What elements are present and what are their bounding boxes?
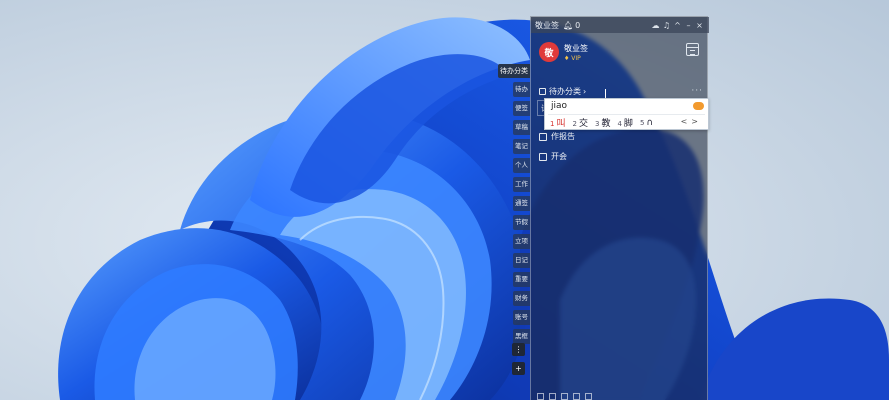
category-label: 待办分类 [549, 86, 581, 96]
tool-icon[interactable] [537, 392, 544, 400]
ime-logo-icon[interactable] [693, 102, 704, 110]
sidebar-tab[interactable]: 黑框 [513, 329, 530, 344]
task-item[interactable]: 开会 [539, 151, 567, 162]
user-name: 敬业签 [564, 43, 588, 53]
calendar-icon[interactable] [686, 43, 699, 56]
candidate-number: 4 [617, 120, 622, 128]
candidate-number: 2 [572, 120, 577, 128]
sidebar-tab[interactable]: 待办 [513, 82, 530, 97]
sidebar-tab[interactable]: 通签 [513, 196, 530, 211]
sidebar-tab[interactable]: 笔记 [513, 139, 530, 154]
bell-icon[interactable]: ♫ [661, 21, 672, 30]
bell-icon[interactable]: 🔔︎ [563, 21, 573, 30]
task-label: 作报告 [551, 132, 575, 141]
tool-icon[interactable] [561, 392, 568, 400]
task-item[interactable]: 作报告 [539, 131, 575, 142]
candidate-number: 5 [639, 118, 645, 127]
vip-badge: ♦ VIP [564, 54, 581, 62]
ime-candidate[interactable]: 3教 [595, 116, 610, 129]
avatar[interactable]: 敬 [539, 42, 559, 62]
candidate-char: 叫 [556, 119, 566, 129]
candidate-char: 教 [601, 119, 611, 129]
ime-candidate[interactable]: 4脚 [617, 116, 632, 129]
category-sidebar: 待办分类 待办 便签 草稿 笔记 个人 工作 通签 节假 立项 日记 重要 财务… [498, 64, 530, 384]
sidebar-tab[interactable]: 日记 [513, 253, 530, 268]
divider [548, 114, 705, 115]
ime-composition: jiao [551, 101, 568, 111]
candidate-number: 3 [594, 120, 600, 128]
sidebar-tab[interactable]: 节假 [513, 215, 530, 230]
sidebar-add-button[interactable]: + [512, 362, 525, 375]
checkbox-icon [539, 87, 546, 95]
candidate-char: ∩ [646, 117, 653, 128]
minimize-icon[interactable]: – [683, 21, 694, 30]
sidebar-title[interactable]: 待办分类 [498, 64, 530, 78]
ime-prev-page[interactable]: < [681, 117, 692, 126]
bottom-toolbar [531, 392, 709, 400]
sidebar-tab[interactable]: 工作 [513, 177, 530, 192]
tool-icon[interactable] [585, 392, 592, 400]
sidebar-tab[interactable]: 账号 [513, 310, 530, 325]
ime-page-nav: <> [681, 117, 702, 126]
ime-candidates: 1叫 2交 3教 4脚 5 ∩ [550, 116, 660, 130]
ime-candidate[interactable]: 1叫 [550, 116, 565, 129]
candidate-number: 1 [550, 120, 555, 128]
task-checkbox[interactable] [539, 152, 547, 161]
vip-label: VIP [571, 54, 581, 62]
candidate-char: 脚 [623, 119, 633, 129]
ime-candidate[interactable]: 2交 [572, 116, 587, 129]
more-icon[interactable]: ··· [691, 86, 703, 96]
user-profile[interactable]: 敬 敬业签 ♦ VIP [539, 39, 703, 65]
sidebar-more-button[interactable]: ⋮ [512, 343, 525, 356]
sidebar-tab[interactable]: 便签 [513, 101, 530, 116]
close-icon[interactable]: × [694, 21, 705, 30]
desktop-wallpaper [0, 0, 889, 400]
sidebar-tab[interactable]: 财务 [513, 291, 530, 306]
ime-next-page[interactable]: > [691, 117, 702, 126]
ime-candidate-window: jiao 1叫 2交 3教 4脚 5 ∩ <> [544, 98, 709, 130]
app-title: 敬业签 [535, 20, 559, 30]
chevron-right-icon: › [583, 86, 587, 96]
cloud-icon[interactable]: ☁ [650, 21, 661, 30]
task-checkbox[interactable] [539, 132, 547, 141]
sidebar-tab[interactable]: 个人 [513, 158, 530, 173]
tool-icon[interactable] [573, 392, 580, 400]
sidebar-tab[interactable]: 草稿 [513, 120, 530, 135]
sticky-note-window: 敬业签 🔔︎ 0 ☁ ♫ ^ – × 敬 敬业签 ♦ VIP 待办分类 › ··… [530, 16, 709, 400]
task-label: 开会 [551, 152, 567, 161]
sidebar-tab[interactable]: 重要 [513, 272, 530, 287]
title-bar[interactable]: 敬业签 🔔︎ 0 ☁ ♫ ^ – × [531, 17, 709, 33]
tool-icon[interactable] [549, 392, 556, 400]
sidebar-tab[interactable]: 立项 [513, 234, 530, 249]
category-header[interactable]: 待办分类 › ··· [539, 85, 703, 97]
candidate-char: 交 [578, 119, 588, 129]
ime-candidate[interactable]: 5 ∩ [640, 118, 653, 128]
chevron-up-icon[interactable]: ^ [672, 21, 683, 30]
notification-count: 0 [575, 20, 581, 30]
